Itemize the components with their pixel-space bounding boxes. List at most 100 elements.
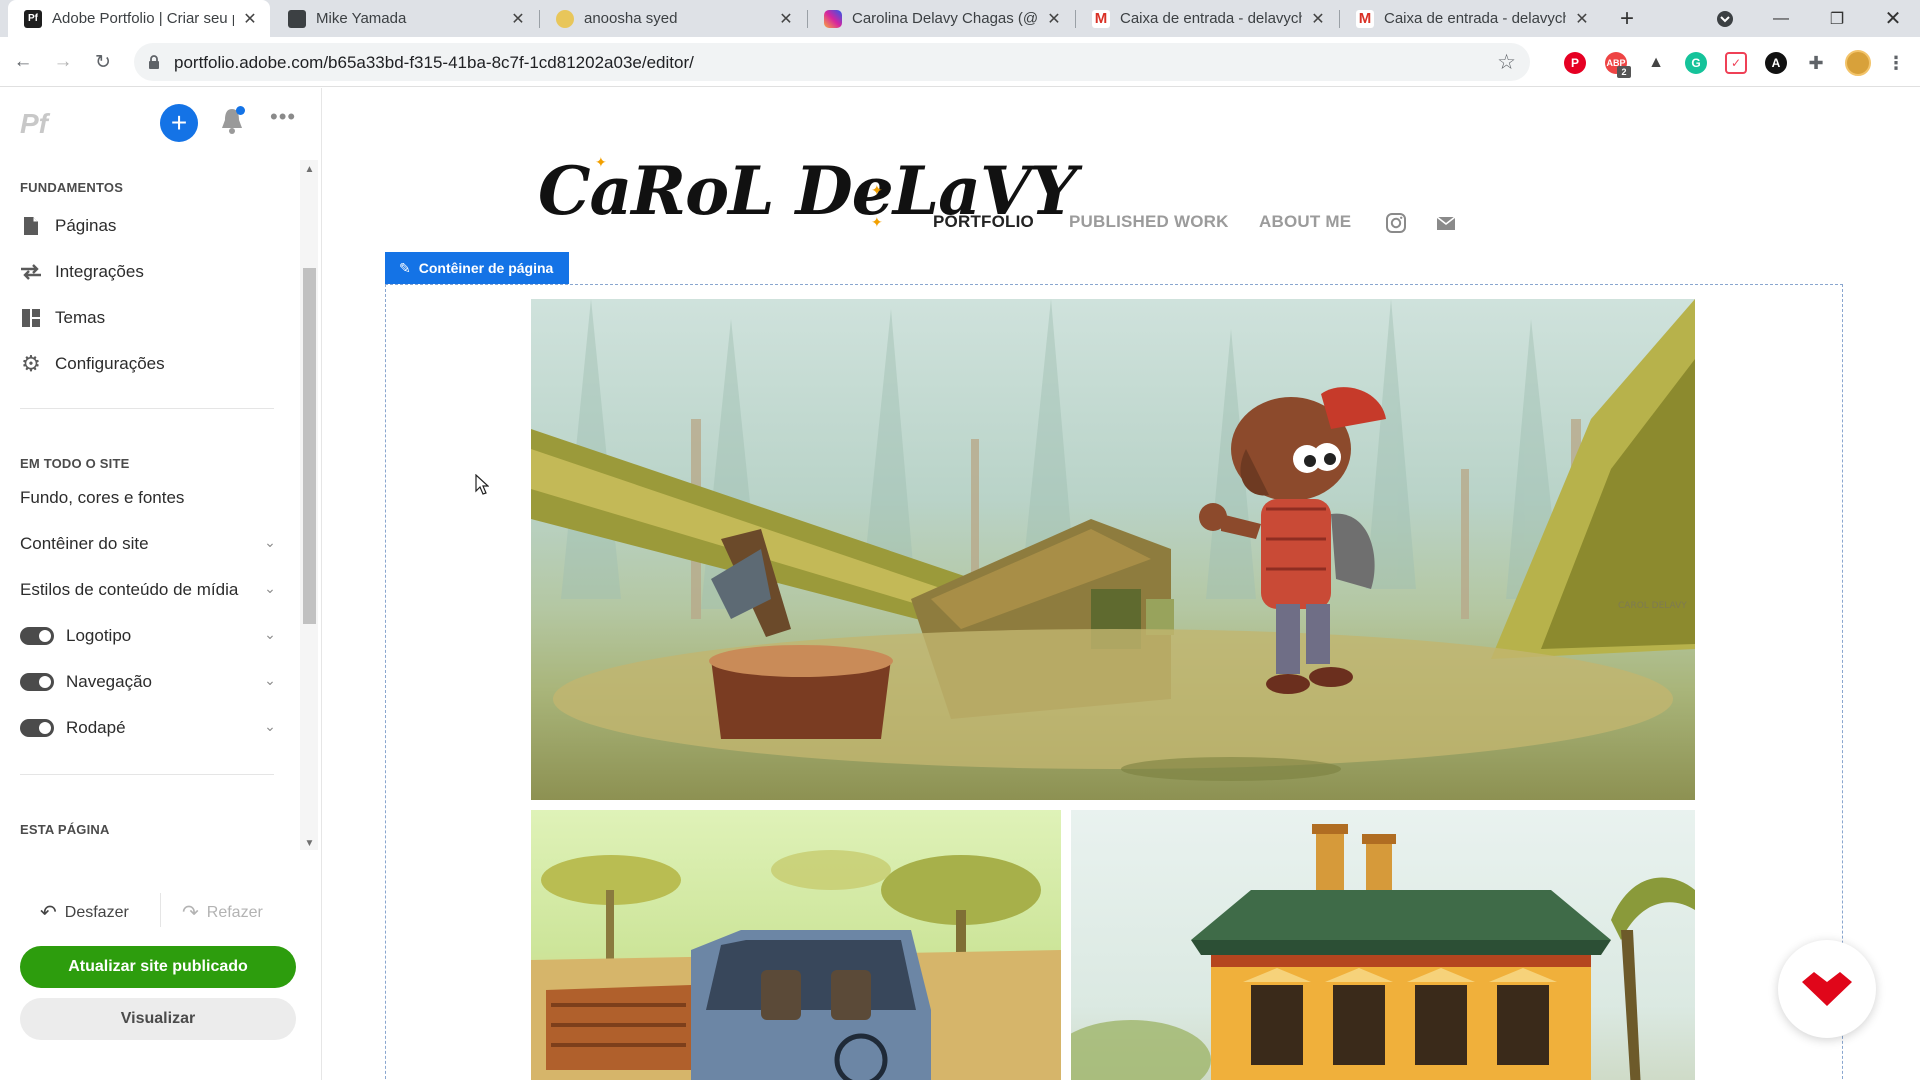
menu-item-logotipo[interactable]: Logotipo ⌄ (20, 620, 280, 652)
profile-avatar[interactable] (1845, 50, 1871, 76)
close-icon[interactable]: ✕ (778, 9, 794, 29)
logo-star-decoration: ✦ (871, 182, 883, 198)
instagram-icon[interactable] (1385, 212, 1407, 234)
chevron-down-icon[interactable]: ⌄ (260, 534, 280, 551)
undo-redo-divider (160, 893, 161, 927)
add-content-button[interactable]: + (160, 104, 198, 142)
update-published-site-button[interactable]: Atualizar site publicado (20, 946, 296, 988)
gear-icon: ⚙ (21, 351, 41, 376)
restore-button[interactable]: ❐ (1814, 0, 1860, 37)
artwork-savanna-truck[interactable] (531, 810, 1061, 1080)
panel-scroll-area[interactable]: FUNDAMENTOS Páginas Integrações Temas ⚙ … (0, 160, 302, 850)
redo-button[interactable]: ↷ Refazer (182, 900, 263, 925)
menu-item-paginas[interactable]: Páginas (20, 210, 280, 242)
close-icon[interactable]: ✕ (242, 9, 258, 29)
instagram-icon (824, 9, 842, 28)
menu-item-navegacao[interactable]: Navegação ⌄ (20, 666, 280, 698)
menu-item-configuracoes[interactable]: ⚙ Configurações (20, 348, 280, 380)
close-window-button[interactable]: ✕ (1870, 0, 1916, 37)
chevron-down-icon[interactable]: ⌄ (260, 580, 280, 597)
chevron-down-icon[interactable]: ⌄ (260, 626, 280, 643)
menu-item-label: Integrações (55, 262, 144, 281)
menu-item-label: Configurações (55, 354, 165, 373)
redo-icon: ↷ (182, 902, 199, 924)
behance-heart-icon (1802, 972, 1852, 1006)
panel-scrollbar-thumb[interactable] (303, 268, 316, 624)
pencil-icon: ✎ (399, 259, 411, 276)
tab-title: Carolina Delavy Chagas (@c (852, 10, 1038, 27)
tab-mike-yamada[interactable]: Mike Yamada ✕ (272, 0, 538, 37)
portfolio-logo: Pf (20, 108, 48, 139)
chrome-menu-icon[interactable]: ⋮ (1885, 52, 1907, 74)
savanna-illustration (531, 850, 1061, 1080)
menu-item-label: Temas (55, 308, 106, 327)
tab-search-icon[interactable] (1702, 0, 1748, 37)
back-button[interactable]: ← (10, 49, 36, 75)
logotipo-toggle[interactable] (20, 627, 54, 645)
browser-tab-strip: Pf Adobe Portfolio | Criar seu p ✕ Mike … (0, 0, 1920, 37)
page-container-tag[interactable]: ✎ Contêiner de página (385, 252, 569, 284)
artwork-colonial-house[interactable] (1071, 810, 1695, 1080)
more-options-icon[interactable]: ••• (270, 104, 296, 130)
url-text: portfolio.adobe.com/b65a33bd-f315-41ba-8… (174, 53, 694, 72)
notification-dot (236, 106, 245, 115)
site-nav-published-work[interactable]: PUBLISHED WORK (1069, 212, 1229, 232)
navegacao-toggle[interactable] (20, 673, 54, 691)
behance-button[interactable] (1778, 940, 1876, 1038)
new-tab-button[interactable]: + (1604, 0, 1650, 37)
menu-item-rodape[interactable]: Rodapé ⌄ (20, 712, 280, 744)
menu-item-conteiner-do-site[interactable]: Contêiner do site ⌄ (20, 528, 280, 560)
page-container-label: Contêiner de página (418, 260, 554, 276)
site-nav-about-me[interactable]: ABOUT ME (1259, 212, 1351, 232)
menu-item-label: Contêiner do site (20, 534, 149, 553)
tab-instagram[interactable]: Carolina Delavy Chagas (@c ✕ (808, 0, 1074, 37)
section-header-em-todo-o-site: EM TODO O SITE (20, 456, 130, 471)
reload-button[interactable]: ↻ (90, 49, 116, 75)
adblock-badge: 2 (1617, 66, 1631, 78)
scroll-down-arrow[interactable]: ▼ (303, 838, 316, 849)
pocket-icon[interactable]: ✓ (1725, 52, 1747, 74)
grammarly-icon[interactable]: G (1685, 52, 1707, 74)
tab-gmail-2[interactable]: M Caixa de entrada - delavych ✕ (1340, 0, 1602, 37)
tab-gmail-1[interactable]: M Caixa de entrada - delavych ✕ (1076, 0, 1338, 37)
mail-icon[interactable] (1435, 212, 1457, 234)
tab-title: anoosha syed (584, 10, 678, 27)
menu-item-label: Fundo, cores e fontes (20, 488, 185, 507)
site-nav-portfolio[interactable]: PORTFOLIO (933, 212, 1034, 232)
site-preview-canvas[interactable]: CaRoL DeLaVY ✦ ✦ ✦ PORTFOLIO PUBLISHED W… (323, 88, 1903, 1080)
tab-title: Adobe Portfolio | Criar seu p (52, 10, 234, 27)
chevron-down-icon[interactable]: ⌄ (260, 672, 280, 689)
close-icon[interactable]: ✕ (1310, 9, 1326, 29)
close-icon[interactable]: ✕ (1574, 9, 1590, 29)
scroll-up-arrow[interactable]: ▲ (303, 164, 316, 175)
tab-title: Mike Yamada (316, 10, 407, 27)
tab-adobe-portfolio[interactable]: Pf Adobe Portfolio | Criar seu p ✕ (8, 0, 270, 37)
minimize-button[interactable]: — (1758, 0, 1804, 37)
extensions-puzzle-icon[interactable]: ✚ (1805, 52, 1827, 74)
menu-item-label: Estilos de conteúdo de mídia (20, 580, 239, 599)
menu-item-fundo-cores-fontes[interactable]: Fundo, cores e fontes (20, 482, 280, 514)
logo-star-decoration: ✦ (595, 154, 607, 170)
pages-icon (20, 215, 42, 237)
rodape-toggle[interactable] (20, 719, 54, 737)
forward-button[interactable]: → (50, 49, 76, 75)
close-icon[interactable]: ✕ (510, 9, 526, 29)
adobe-acrobat-icon[interactable]: A (1765, 52, 1787, 74)
preview-button[interactable]: Visualizar (20, 998, 296, 1040)
menu-item-integracoes[interactable]: Integrações (20, 256, 280, 288)
section-divider (20, 774, 274, 775)
gmail-icon: M (1092, 9, 1110, 28)
chevron-down-icon[interactable]: ⌄ (260, 718, 280, 735)
editor-panel: Pf + ••• FUNDAMENTOS Páginas Integrações… (0, 88, 322, 1080)
close-icon[interactable]: ✕ (1046, 9, 1062, 29)
extension-triangle-icon[interactable]: ▲ (1645, 52, 1667, 74)
gmail-icon: M (1356, 9, 1374, 28)
undo-button[interactable]: ↶ Desfazer (40, 900, 129, 925)
artwork-forest-dog[interactable]: CAROL DELAVY (531, 299, 1695, 800)
tab-anoosha-syed[interactable]: anoosha syed ✕ (540, 0, 806, 37)
bookmark-star-icon[interactable]: ☆ (1497, 50, 1516, 75)
pinterest-icon[interactable]: P (1564, 52, 1586, 74)
address-bar[interactable]: portfolio.adobe.com/b65a33bd-f315-41ba-8… (134, 43, 1530, 81)
menu-item-estilos-de-midia[interactable]: Estilos de conteúdo de mídia ⌄ (20, 574, 280, 606)
menu-item-temas[interactable]: Temas (20, 302, 280, 334)
